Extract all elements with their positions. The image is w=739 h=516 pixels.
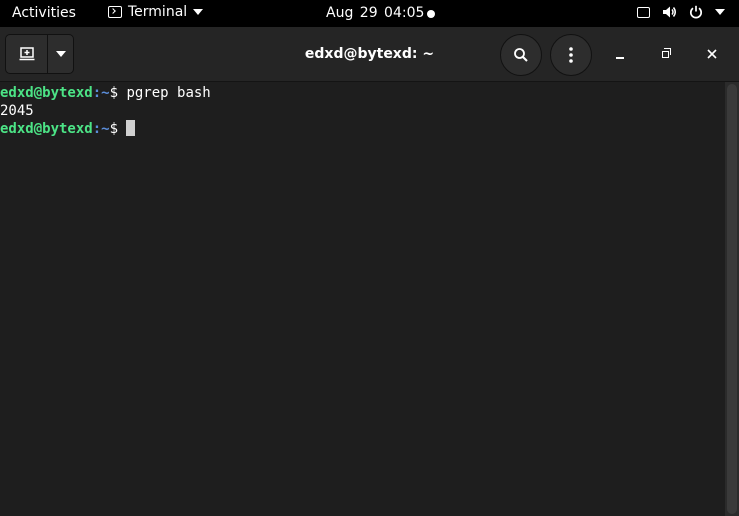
notification-dot-icon <box>427 10 435 18</box>
activities-button[interactable]: Activities <box>12 5 76 21</box>
prompt-path: :~ <box>92 121 110 137</box>
power-icon[interactable] <box>689 5 703 19</box>
terminal-header-bar: edxd@bytexd: ~ <box>0 27 739 82</box>
search-button[interactable] <box>500 34 542 76</box>
prompt-user: edxd@bytexd <box>0 121 93 137</box>
chevron-down-icon[interactable] <box>715 9 725 15</box>
close-icon <box>707 49 717 59</box>
volume-icon[interactable] <box>662 5 677 19</box>
app-menu[interactable]: Terminal <box>108 4 204 20</box>
minimize-icon <box>616 57 624 59</box>
prompt-path: :~ <box>92 85 110 101</box>
top-bar: Activities Terminal Aug 29 04:05 <box>0 0 739 27</box>
prompt-symbol: $ <box>109 85 127 101</box>
restore-icon <box>661 47 671 58</box>
system-tray[interactable] <box>637 5 725 19</box>
terminal-scrollbar[interactable] <box>725 82 739 516</box>
close-button[interactable] <box>700 42 724 66</box>
clock[interactable]: Aug 29 04:05 <box>326 5 424 21</box>
main-menu-button[interactable] <box>550 34 592 76</box>
terminal-line: edxd@bytexd:~$ <box>0 120 725 138</box>
command-output: 2045 <box>0 103 34 119</box>
app-menu-label: Terminal <box>128 4 188 20</box>
terminal-output[interactable]: edxd@bytexd:~$ pgrep bash 2045 edxd@byte… <box>0 82 725 516</box>
screen-icon[interactable] <box>637 6 650 18</box>
command-text: pgrep bash <box>126 85 211 101</box>
kebab-menu-icon <box>569 47 573 63</box>
prompt-user: edxd@bytexd <box>0 85 93 101</box>
prompt-symbol: $ <box>109 121 127 137</box>
chevron-down-icon <box>193 9 204 15</box>
text-cursor <box>126 120 136 136</box>
terminal-line: 2045 <box>0 102 725 120</box>
minimize-button[interactable] <box>608 42 632 66</box>
terminal-app-icon <box>108 6 122 18</box>
maximize-button[interactable] <box>653 42 677 66</box>
terminal-line: edxd@bytexd:~$ pgrep bash <box>0 84 725 102</box>
search-icon <box>514 48 528 62</box>
scrollbar-thumb[interactable] <box>727 84 737 514</box>
